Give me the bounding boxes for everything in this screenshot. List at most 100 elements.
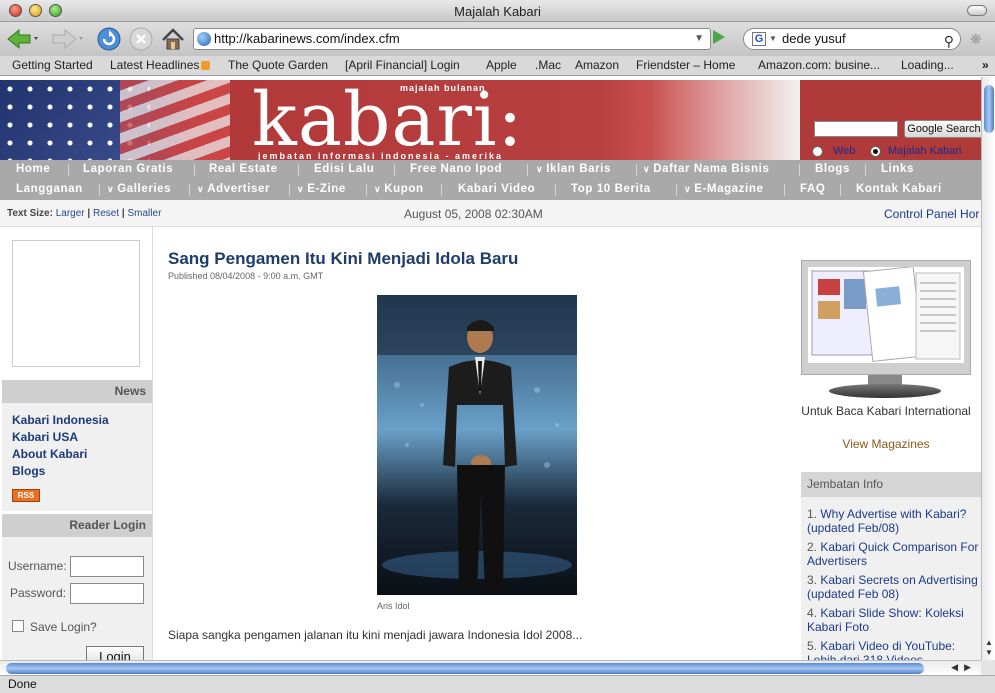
item-link[interactable]: Kabari Quick Comparison For Advertisers bbox=[807, 540, 978, 568]
google-search-button[interactable]: Google Search bbox=[904, 120, 981, 138]
rss-icon[interactable]: RSS bbox=[12, 489, 40, 502]
scroll-arrows-icon[interactable]: ◀▶ bbox=[951, 662, 977, 673]
bookmark-item[interactable]: [April Financial] Login bbox=[345, 58, 460, 72]
nav-edisi-lalu[interactable]: Edisi Lalu bbox=[314, 163, 374, 175]
web-radio-label: Web bbox=[833, 145, 856, 157]
web-radio[interactable] bbox=[812, 146, 823, 157]
bookmark-item[interactable]: Latest Headlines bbox=[110, 58, 211, 72]
item-link[interactable]: Kabari Slide Show: Koleksi Kabari Foto bbox=[807, 606, 964, 634]
horizontal-scroll-thumb[interactable] bbox=[6, 663, 924, 674]
view-magazines-link[interactable]: View Magazines bbox=[800, 437, 972, 451]
nav-home[interactable]: Home bbox=[16, 163, 50, 175]
nav-label: Iklan Baris bbox=[546, 163, 611, 175]
news-link-kabari-indonesia[interactable]: Kabari Indonesia bbox=[12, 413, 109, 427]
reload-button[interactable] bbox=[96, 26, 122, 52]
bookmark-item[interactable]: Friendster – Home bbox=[636, 58, 735, 72]
save-login-checkbox[interactable] bbox=[12, 620, 24, 632]
scroll-corner bbox=[981, 660, 995, 675]
list-item[interactable]: 4. Kabari Slide Show: Koleksi Kabari Fot… bbox=[807, 606, 981, 634]
news-link-about-kabari[interactable]: About Kabari bbox=[12, 447, 87, 461]
nav-laporan-gratis[interactable]: Laporan Gratis bbox=[83, 163, 173, 175]
nav-daftar-nama-bisnis[interactable]: ∨ Daftar Nama Bisnis bbox=[643, 163, 769, 175]
list-item[interactable]: 3. Kabari Secrets on Advertising (update… bbox=[807, 573, 981, 601]
article-title[interactable]: Sang Pengamen Itu Kini Menjadi Idola Bar… bbox=[168, 249, 518, 269]
nav-divider bbox=[394, 164, 395, 176]
reader-login-heading: Reader Login bbox=[2, 514, 152, 537]
nav-blogs[interactable]: Blogs bbox=[815, 163, 850, 175]
url-field[interactable]: http://kabarinews.com/index.cfm ▼ bbox=[193, 28, 711, 50]
nav-top-10-berita[interactable]: Top 10 Berita bbox=[571, 183, 651, 195]
nav-faq[interactable]: FAQ bbox=[800, 183, 825, 195]
home-button[interactable] bbox=[160, 26, 186, 52]
bookmark-item[interactable]: .Mac bbox=[535, 58, 561, 72]
password-field[interactable] bbox=[70, 583, 144, 604]
magnifier-icon[interactable]: ⚲ bbox=[944, 31, 954, 51]
nav-free-nano-ipod[interactable]: Free Nano Ipod bbox=[410, 163, 502, 175]
nav-e-magazine[interactable]: ∨ E-Magazine bbox=[684, 183, 763, 195]
site-search-input[interactable] bbox=[814, 121, 898, 137]
chevron-down-icon[interactable]: ▼ bbox=[694, 29, 704, 49]
scroll-arrows-icon[interactable]: ▲ ▼ bbox=[982, 638, 995, 658]
bookmark-item[interactable]: Apple bbox=[486, 58, 517, 72]
ad-placeholder bbox=[12, 240, 140, 367]
text-larger-link[interactable]: Larger bbox=[56, 208, 85, 219]
nav-links[interactable]: Links bbox=[881, 163, 914, 175]
left-sidebar: News Kabari Indonesia Kabari USA About K… bbox=[0, 227, 153, 660]
search-input[interactable]: G ▼ dede yusuf ⚲ bbox=[743, 28, 961, 50]
item-number: 5. bbox=[807, 639, 818, 653]
text-reset-link[interactable]: Reset bbox=[93, 208, 119, 219]
site-logo[interactable]: kabari: bbox=[252, 80, 523, 160]
article-photo bbox=[377, 295, 577, 595]
news-link-blogs[interactable]: Blogs bbox=[12, 464, 45, 478]
news-link-kabari-usa[interactable]: Kabari USA bbox=[12, 430, 78, 444]
item-link[interactable]: Why Advertise with Kabari? (updated Feb/… bbox=[807, 507, 966, 535]
rss-icon bbox=[201, 61, 211, 70]
banner-search: Google Search Web Majalah Kabari bbox=[800, 80, 981, 160]
forward-button[interactable] bbox=[50, 26, 86, 52]
nav-iklan-baris[interactable]: ∨ Iklan Baris bbox=[536, 163, 611, 175]
nav-divider bbox=[840, 184, 841, 196]
bookmark-item[interactable]: Loading... bbox=[901, 58, 954, 72]
site-radio[interactable] bbox=[870, 146, 881, 157]
flag-stripes-graphic bbox=[120, 80, 230, 160]
nav-e-zine[interactable]: ∨ E-Zine bbox=[297, 183, 346, 195]
nav-real-estate[interactable]: Real Estate bbox=[209, 163, 278, 175]
magazine-preview[interactable] bbox=[801, 260, 971, 375]
list-item[interactable]: 5. Kabari Video di YouTube: Lebih dari 3… bbox=[807, 639, 981, 660]
nav-galleries[interactable]: ∨ Galleries bbox=[107, 183, 171, 195]
item-link[interactable]: Kabari Secrets on Advertising (updated F… bbox=[807, 573, 978, 601]
back-button[interactable] bbox=[6, 26, 40, 52]
item-link[interactable]: Kabari Video di YouTube: Lebih dari 318 … bbox=[807, 639, 955, 660]
text-smaller-link[interactable]: Smaller bbox=[128, 208, 162, 219]
bookmarks-overflow-icon[interactable]: » bbox=[982, 58, 989, 72]
site-radio-label: Majalah Kabari bbox=[888, 145, 962, 157]
nav-divider bbox=[194, 164, 195, 176]
bookmark-item[interactable]: Getting Started bbox=[12, 58, 93, 72]
nav-kupon[interactable]: ∨ Kupon bbox=[374, 183, 424, 195]
nav-kabari-video[interactable]: Kabari Video bbox=[458, 183, 535, 195]
nav-langganan[interactable]: Langganan bbox=[16, 183, 83, 195]
stop-button[interactable] bbox=[128, 26, 154, 52]
bookmark-item[interactable]: Amazon.com: busine... bbox=[758, 58, 880, 72]
nav-divider bbox=[527, 164, 528, 176]
forward-arrow-icon bbox=[52, 28, 83, 50]
vertical-scrollbar[interactable]: ▲ ▼ bbox=[981, 77, 995, 660]
go-arrow-icon[interactable] bbox=[713, 30, 725, 44]
nav-advertiser[interactable]: ∨ Advertiser bbox=[197, 183, 270, 195]
bookmark-item[interactable]: Amazon bbox=[575, 58, 619, 72]
nav-label: Advertiser bbox=[207, 183, 271, 195]
vertical-scroll-thumb[interactable] bbox=[984, 85, 994, 133]
window-title: Majalah Kabari bbox=[454, 4, 541, 19]
list-item[interactable]: 1. Why Advertise with Kabari? (updated F… bbox=[807, 507, 981, 535]
bookmark-item[interactable]: The Quote Garden bbox=[228, 58, 328, 72]
list-item[interactable]: 2. Kabari Quick Comparison For Advertise… bbox=[807, 540, 981, 568]
home-icon bbox=[162, 28, 184, 50]
horizontal-scrollbar[interactable]: ◀▶ bbox=[0, 660, 981, 675]
login-button[interactable]: Login bbox=[86, 646, 144, 660]
username-field[interactable] bbox=[70, 556, 144, 577]
control-panel-link[interactable]: Control Panel Hor bbox=[884, 207, 979, 221]
browser-window: Majalah Kabari http://kabarinews.com/ind… bbox=[0, 0, 995, 693]
nav-kontak-kabari[interactable]: Kontak Kabari bbox=[856, 183, 942, 195]
toolbar-toggle-button[interactable] bbox=[967, 5, 987, 16]
google-icon[interactable]: G bbox=[752, 32, 766, 46]
